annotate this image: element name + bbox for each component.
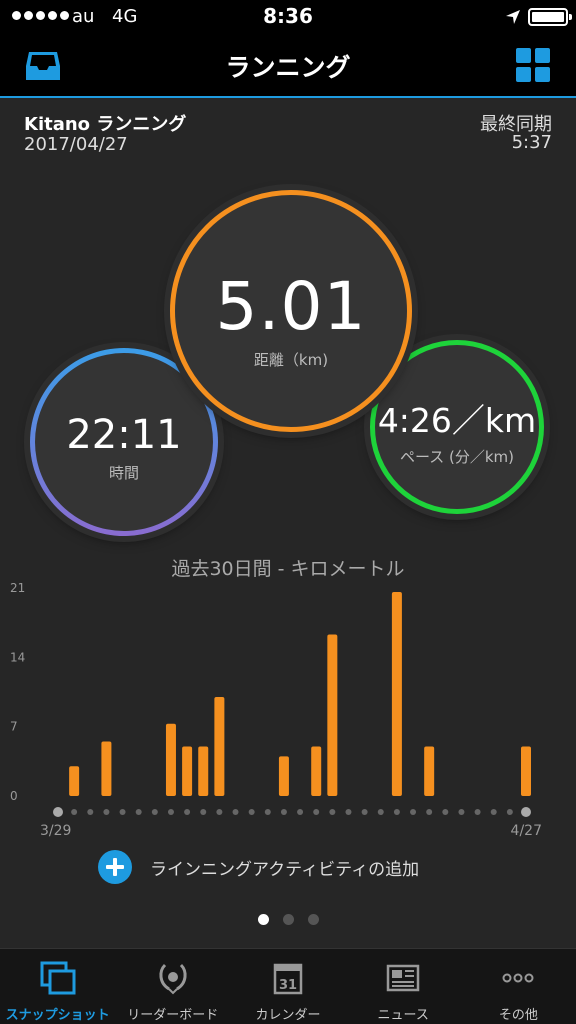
- bar[interactable]: [424, 746, 435, 796]
- page-dot[interactable]: [307, 914, 319, 925]
- tab-snapshot[interactable]: スナップショット: [0, 949, 115, 1024]
- more-icon: [502, 973, 534, 983]
- time-value: 22:11: [66, 411, 182, 458]
- day-dot: [53, 807, 63, 817]
- battery-icon: [528, 8, 572, 26]
- tab-label: ニュース: [377, 1008, 429, 1023]
- day-dot: [103, 809, 110, 815]
- day-dot: [216, 809, 223, 815]
- day-dot: [506, 809, 513, 815]
- day-dot: [119, 809, 126, 815]
- activity-date: 2017/04/27: [24, 134, 128, 155]
- bar[interactable]: [101, 741, 112, 796]
- day-dot: [151, 809, 158, 815]
- day-dot: [248, 809, 255, 815]
- nav-bar: ランニング: [0, 34, 576, 98]
- activity-name: Kitano ランニング: [24, 114, 187, 135]
- bar[interactable]: [278, 756, 289, 796]
- day-dot: [490, 809, 497, 815]
- y-tick-label: 0: [10, 789, 18, 803]
- status-time: 8:36: [263, 4, 313, 28]
- time-label: 時間: [108, 463, 139, 482]
- bar[interactable]: [521, 746, 531, 796]
- status-bar: au 4G 8:36: [0, 0, 576, 34]
- day-dot: [264, 809, 271, 815]
- laurel-icon: [159, 963, 187, 995]
- calendar-badge: 31: [279, 978, 297, 993]
- day-dot: [280, 809, 287, 815]
- page-indicator: [0, 914, 576, 925]
- day-dot: [426, 809, 433, 815]
- tab-leaderboard[interactable]: リーダーボード: [115, 949, 230, 1024]
- tab-calendar[interactable]: 31 カレンダー: [230, 949, 345, 1024]
- distance-label: 距離（km): [253, 351, 329, 369]
- bar[interactable]: [327, 634, 338, 796]
- tab-more[interactable]: その他: [461, 949, 576, 1024]
- day-dot: [87, 809, 94, 815]
- add-activity-icon[interactable]: [98, 850, 132, 884]
- distance-stat-circle[interactable]: 5.01 距離（km): [170, 190, 412, 432]
- bar[interactable]: [311, 746, 322, 796]
- calendar-icon: 31: [273, 963, 303, 995]
- day-dot: [361, 809, 368, 815]
- page-title: ランニング: [225, 53, 351, 82]
- bar[interactable]: [214, 696, 225, 796]
- day-dot: [200, 809, 207, 815]
- day-dot: [167, 809, 174, 815]
- tab-label: リーダーボード: [127, 1008, 219, 1023]
- distance-value: 5.01: [215, 268, 367, 345]
- y-tick-label: 7: [10, 720, 18, 734]
- newspaper-icon: [386, 964, 420, 992]
- day-dot: [297, 809, 304, 815]
- bar[interactable]: [198, 746, 209, 796]
- snapshot-icon: [40, 961, 76, 995]
- day-dot: [313, 809, 320, 815]
- day-dot: [345, 809, 352, 815]
- day-dot: [410, 809, 417, 815]
- day-dot: [442, 809, 449, 815]
- last-sync-time: 5:37: [511, 132, 552, 153]
- add-activity-link[interactable]: ラインニングアクティビティの追加: [150, 855, 419, 880]
- day-dot: [232, 809, 239, 815]
- day-dot: [393, 809, 400, 815]
- day-dot: [71, 809, 78, 815]
- tab-label: その他: [498, 1008, 538, 1023]
- grid-icon[interactable]: [516, 48, 550, 82]
- tab-news[interactable]: ニュース: [346, 949, 461, 1024]
- y-tick-label: 21: [10, 581, 25, 595]
- day-dot: [135, 809, 142, 815]
- bar[interactable]: [165, 723, 176, 796]
- bar[interactable]: [182, 746, 193, 796]
- y-tick-label: 14: [10, 650, 25, 664]
- page-dot-active[interactable]: [257, 914, 269, 925]
- page-dot[interactable]: [282, 914, 294, 925]
- day-dot: [521, 807, 531, 817]
- bar[interactable]: [69, 766, 80, 796]
- day-dot: [458, 809, 465, 815]
- tab-bar: スナップショット リーダーボード 31 カレンダー ニュース その他: [0, 948, 576, 1024]
- x-start-label: 3/29: [40, 823, 71, 839]
- distance-bar-chart: 21 14 7 0 3/29 4/27: [10, 581, 542, 839]
- x-end-label: 4/27: [511, 823, 542, 839]
- tab-label: カレンダー: [255, 1008, 321, 1023]
- bar[interactable]: [391, 591, 402, 796]
- day-dot: [377, 809, 384, 815]
- day-dot: [474, 809, 481, 815]
- day-dot: [184, 809, 191, 815]
- pace-label: ペース (分／km): [399, 447, 515, 466]
- tab-label: スナップショット: [5, 1008, 110, 1023]
- location-arrow-icon: [506, 10, 520, 24]
- day-dot: [329, 809, 336, 815]
